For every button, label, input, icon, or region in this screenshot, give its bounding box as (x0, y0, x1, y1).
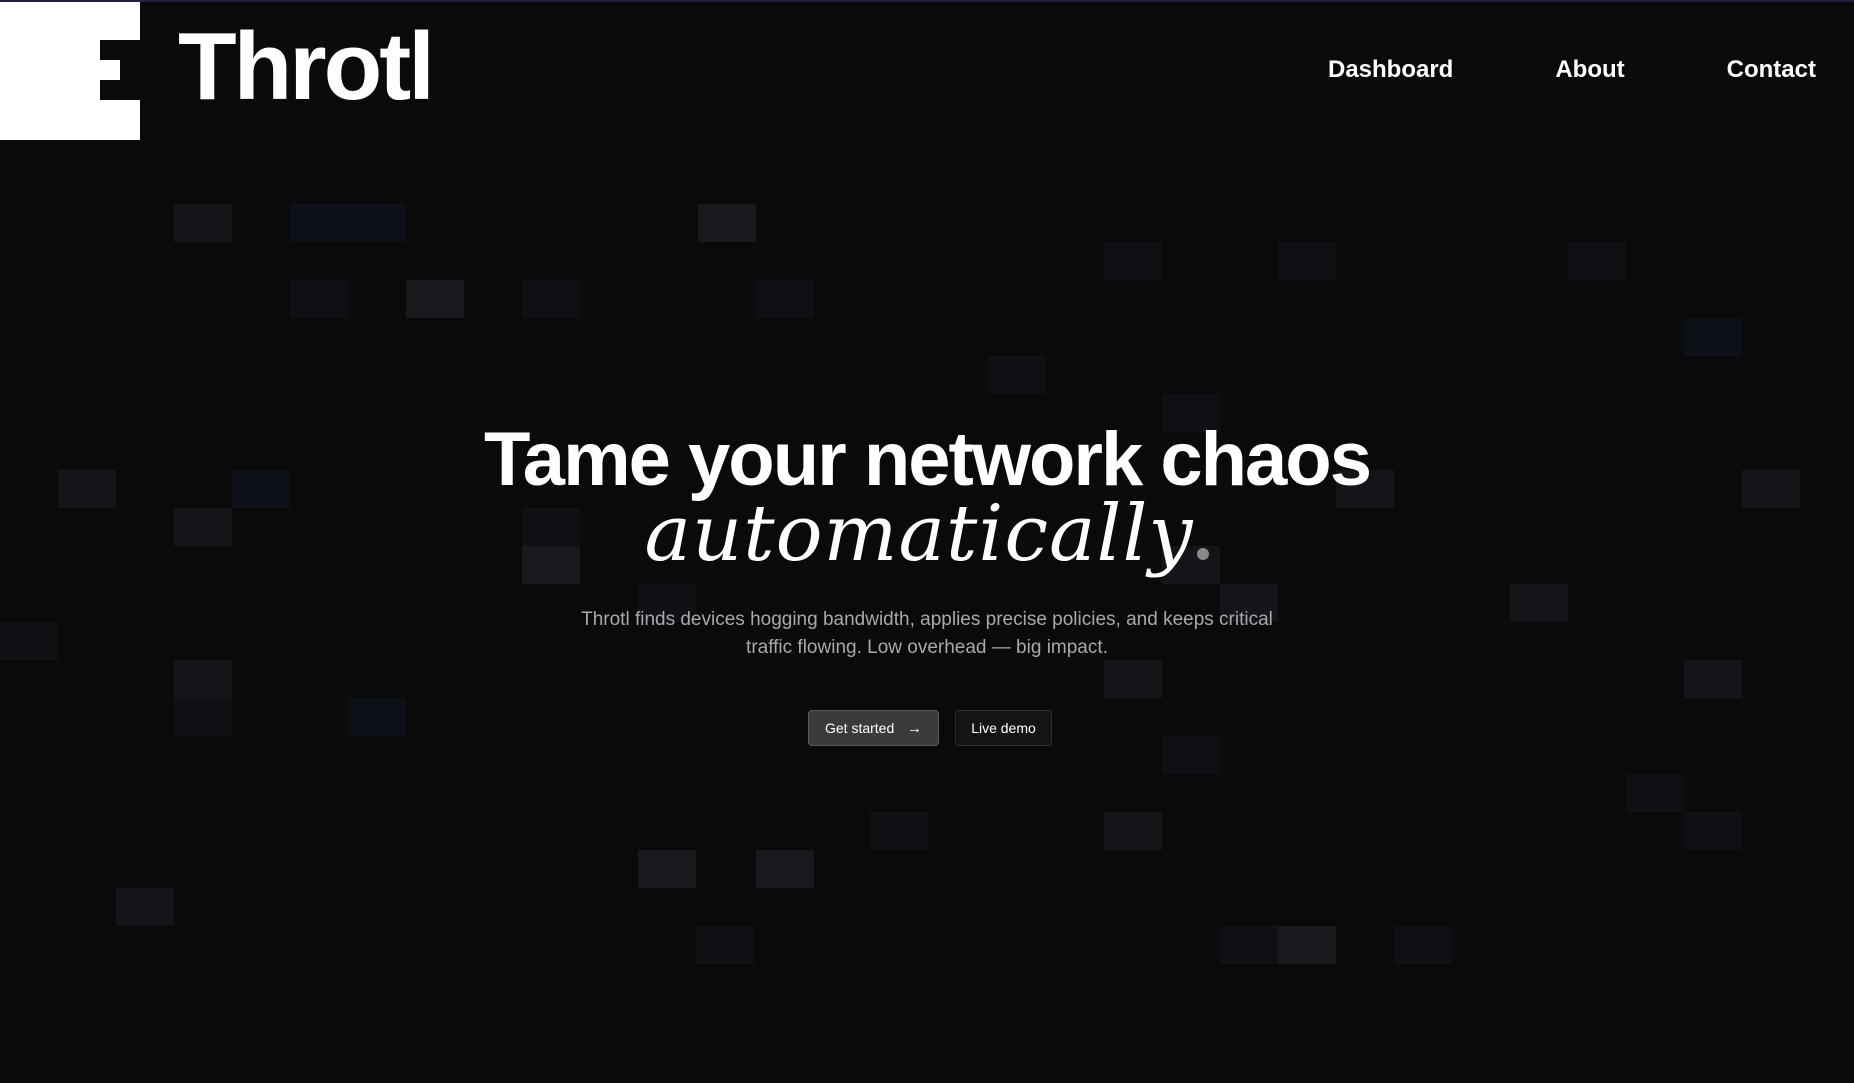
get-started-button[interactable]: Get started → (808, 710, 939, 746)
grid-cell (290, 204, 348, 242)
grid-cell (1104, 660, 1162, 698)
grid-cell (522, 280, 580, 318)
logo-pixel (100, 60, 120, 80)
grid-cell (1220, 926, 1278, 964)
grid-cell (638, 850, 696, 888)
grid-cell (756, 280, 814, 318)
top-accent-line (0, 0, 1854, 2)
landing-page: Throtl Dashboard About Contact Tame your… (0, 0, 1854, 1083)
nav-item-contact[interactable]: Contact (1727, 56, 1816, 84)
live-demo-label: Live demo (971, 720, 1036, 736)
grid-cell (1278, 242, 1336, 280)
period-dot-icon (1197, 548, 1210, 560)
brand-name[interactable]: Throtl (178, 14, 435, 120)
grid-cell (1394, 926, 1452, 964)
grid-cell (756, 850, 814, 888)
grid-cell (290, 280, 348, 318)
grid-cell (988, 356, 1046, 394)
grid-cell (870, 812, 928, 850)
grid-cell (348, 698, 406, 736)
grid-cell (174, 660, 232, 698)
get-started-label: Get started (825, 720, 895, 736)
grid-cell (1568, 242, 1626, 280)
grid-cell (0, 622, 58, 660)
nav-item-about[interactable]: About (1555, 56, 1624, 84)
grid-cell (116, 888, 174, 926)
grid-cell (348, 204, 406, 242)
live-demo-button[interactable]: Live demo (955, 710, 1052, 746)
nav-item-dashboard[interactable]: Dashboard (1328, 56, 1453, 84)
hero-buttons: Get started → Live demo (808, 710, 1052, 746)
logo-mark[interactable] (0, 0, 140, 140)
grid-cell (1684, 812, 1742, 850)
grid-cell (1104, 812, 1162, 850)
grid-cell (174, 204, 232, 242)
grid-cell (1162, 736, 1220, 774)
grid-cell (698, 204, 756, 242)
hero-subtitle: Throtl finds devices hogging bandwidth, … (581, 609, 1273, 658)
grid-cell (1104, 242, 1162, 280)
grid-cell (1278, 926, 1336, 964)
grid-cell (174, 698, 232, 736)
arrow-right-icon: → (907, 719, 922, 737)
logo-notch (100, 40, 140, 100)
grid-cell (1684, 318, 1742, 356)
grid-cell (1626, 774, 1684, 812)
main-nav: Dashboard About Contact (1328, 56, 1816, 84)
hero-script-word: automatically (644, 489, 1194, 579)
grid-cell (1510, 584, 1568, 622)
grid-cell (406, 280, 464, 318)
grid-cell (696, 926, 754, 964)
grid-cell (1684, 660, 1742, 698)
hero-script-line: automatically (0, 489, 1854, 579)
